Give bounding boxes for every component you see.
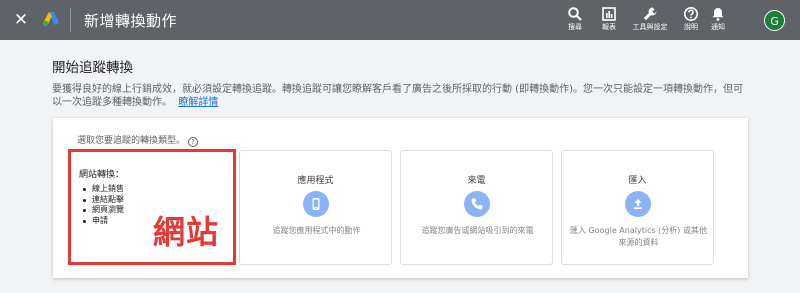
close-icon[interactable]: ✕	[14, 10, 28, 30]
app-card-description: 追蹤您應用程式中的動作	[272, 226, 361, 235]
learn-more-link[interactable]: 瞭解詳情	[178, 97, 218, 108]
upload-icon	[634, 199, 642, 209]
prompt-text: 選取您要追蹤的轉換類型。	[77, 136, 186, 146]
reports-button[interactable]: 報表	[591, 6, 627, 41]
search-icon	[568, 7, 582, 21]
website-card-heading: 網站轉換：	[79, 170, 125, 180]
import-conversion-card[interactable]: 匯入 匯入 Google Analytics (分析) 或其他來源的資料	[561, 150, 714, 265]
header-divider	[70, 8, 71, 32]
page-header-title: 新增轉換動作	[84, 12, 178, 30]
intro-paragraph: 要獲得良好的線上行銷成效，就必須設定轉換追蹤。轉換追蹤可讓您瞭解客戶看了廣告之後…	[52, 84, 743, 108]
google-ads-logo	[42, 12, 59, 27]
notifications-button[interactable]: 通知	[700, 6, 736, 41]
calls-conversion-card[interactable]: 來電 追蹤您廣告或網站吸引到的來電	[400, 150, 553, 265]
conversion-type-panel: 選取您要追蹤的轉換類型。? 網站轉換： 線上銷售 連結點擊 網頁瀏覽 申請 網站…	[53, 118, 748, 278]
help-circle-icon[interactable]: ?	[188, 137, 199, 147]
intro-text: 要獲得良好的線上行銷成效，就必須設定轉換追蹤。轉換追蹤可讓您瞭解客戶看了廣告之後…	[52, 83, 752, 109]
import-icon-circle	[625, 191, 651, 217]
app-conversion-card[interactable]: 應用程式 追蹤您應用程式中的動作	[239, 150, 392, 265]
import-card-description: 匯入 Google Analytics (分析) 或其他來源的資料	[570, 226, 707, 247]
reports-label: 報表	[602, 23, 616, 31]
bell-icon	[712, 8, 724, 21]
close-button[interactable]: ✕	[10, 9, 32, 31]
page-title: 開始追蹤轉換	[52, 60, 133, 76]
website-conversion-list: 線上銷售 連結點擊 網頁瀏覽 申請	[81, 184, 124, 226]
calls-card-description: 追蹤您廣告或網站吸引到的來電	[421, 226, 534, 235]
wrench-icon	[643, 7, 657, 21]
phone-icon	[312, 198, 320, 210]
app-card-title: 應用程式	[297, 176, 334, 186]
search-button[interactable]: 搜尋	[557, 6, 593, 41]
reports-icon	[602, 7, 616, 21]
search-label: 搜尋	[568, 23, 582, 31]
calls-card-title: 來電	[467, 176, 486, 186]
tools-settings-button[interactable]: 工具與設定	[632, 6, 668, 41]
account-avatar[interactable]: G	[764, 10, 785, 31]
app-icon-circle	[303, 191, 329, 217]
top-app-bar: ✕ 新增轉換動作 搜尋 報表 工具與設定 說明 通知 G	[0, 0, 800, 40]
list-item: 網頁瀏覽	[81, 205, 124, 216]
list-item: 申請	[81, 216, 124, 227]
list-item: 連結點擊	[81, 195, 124, 206]
tools-settings-label: 工具與設定	[632, 23, 668, 31]
website-highlight-label: 網站	[153, 213, 220, 251]
calls-icon-circle	[464, 191, 490, 217]
conversion-type-prompt: 選取您要追蹤的轉換類型。?	[77, 133, 199, 147]
import-card-title: 匯入	[628, 176, 647, 186]
website-conversion-card[interactable]: 網站轉換： 線上銷售 連結點擊 網頁瀏覽 申請 網站	[68, 149, 236, 265]
call-icon	[471, 198, 483, 210]
list-item: 線上銷售	[81, 184, 124, 195]
notifications-label: 通知	[711, 23, 725, 31]
help-icon	[684, 7, 698, 21]
